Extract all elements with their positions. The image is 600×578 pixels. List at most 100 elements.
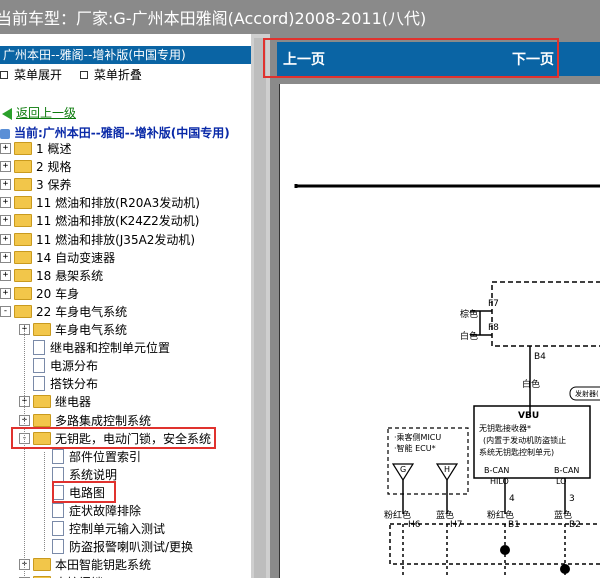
tree-item-label: 11 燃油和排放(K24Z2发动机) [36,214,200,229]
tree-item[interactable]: + 继电器 [19,393,91,411]
tree-item-label: 继电器和控制单元位置 [50,341,171,356]
highlight-security-folder [11,427,216,449]
folder-icon [14,250,32,264]
back-arrow-icon [2,107,12,120]
folder-icon [33,558,51,572]
folder-icon [14,232,32,246]
highlight-circuit-diagram [52,481,116,503]
folder-icon [33,413,51,427]
tree-item[interactable]: +3 保养 [0,176,71,194]
folder-icon [33,323,51,336]
tree-item-label: 部件位置索引 [69,449,142,464]
circuit-lines [294,184,600,578]
tree-item-label: 继电器 [55,395,92,410]
expand-icon[interactable]: + [0,179,11,191]
wire-color-label: 粉红色 [384,511,412,521]
folder-icon [14,286,32,300]
tree-item[interactable]: 控制单元输入测试 [38,520,165,538]
tree-item[interactable]: 症状故障排除 [38,502,141,520]
tree-item[interactable]: 部件位置索引 [38,448,141,466]
pin-label: B-CAN [484,466,510,475]
pin-label: B-CAN [554,466,580,475]
tree-item[interactable]: + 车身电气系统 [19,321,127,339]
tree-item-label: 11 燃油和排放(R20A3发动机) [36,196,200,211]
receiver-desc: (内置于发动机防盗锁止 [483,436,567,445]
expand-icon[interactable]: + [0,269,11,281]
terminal-g-label: G [400,465,407,474]
fuse-f8-label: F8 [488,323,499,333]
expand-icon[interactable]: + [0,215,11,227]
micu-label: ·智能 ECU* [394,444,436,453]
tree-item[interactable]: +中控门锁 [19,574,103,578]
tree-item[interactable]: +11 燃油和排放(K24Z2发动机) [0,212,199,230]
tree-item[interactable]: +11 燃油和排放(R20A3发动机) [0,194,200,212]
tree-item[interactable]: +14 自动变速器 [0,249,115,267]
document-icon [33,358,45,374]
tree-item[interactable]: +11 燃油和排放(J35A2发动机) [0,231,195,249]
expand-icon[interactable]: + [0,233,11,245]
folder-icon [14,160,32,174]
receiver-desc: 系统无钥匙控制单元) [479,448,555,457]
current-location: 当前:广州本田--雅阁--增补版(中国专用) [0,124,230,141]
micu-label: ·乘客侧MICU [394,433,442,442]
tree-item-label: 20 车身 [36,286,80,301]
pane-splitter[interactable] [251,34,270,578]
folder-icon [14,304,32,318]
sidebar: 广州本田--雅阁--增补版(中国专用) 菜单展开 菜单折叠 返回上一级 当前:广… [0,42,251,578]
tree-item[interactable]: - 22 车身电气系统 [0,303,127,321]
pin-number: 3 [569,494,575,504]
folder-icon [14,142,32,155]
fuse-f7-label: F7 [488,299,499,309]
tree-item-label: 车身电气系统 [55,323,128,337]
tree-item-label: 症状故障排除 [69,504,142,518]
expand-icon[interactable]: + [0,251,11,263]
tree-item-label: 14 自动变速器 [36,250,116,265]
document-icon [52,521,64,537]
folder-icon [14,196,32,210]
receiver-label: 无钥匙接收器* [479,424,531,433]
tree-item[interactable]: 电源分布 [19,357,98,375]
document-icon [52,448,64,464]
expand-all-button[interactable]: 菜单展开 [0,66,62,83]
tree-item[interactable]: +18 悬架系统 [0,267,103,285]
tree-item-label: 多路集成控制系统 [55,413,152,428]
tree-item-label: 11 燃油和排放(J35A2发动机) [36,232,196,247]
tree-item[interactable]: 搭铁分布 [19,375,98,393]
document-icon [52,539,64,555]
tree-item[interactable]: +2 规格 [0,158,71,176]
document-icon [52,503,64,518]
square-icon [79,70,88,79]
sidebar-actions: 菜单展开 菜单折叠 [0,66,156,83]
tree-guide-line [44,451,45,552]
folder-icon [14,214,32,228]
back-link[interactable]: 返回上一级 [0,104,76,121]
tree-item-label: 控制单元输入测试 [69,522,166,537]
book-icon [0,128,10,139]
tree-item-label: 本田智能钥匙系统 [55,558,152,573]
tree-item-label: 系统说明 [69,467,118,482]
connector-label: H6 [408,520,421,530]
expand-icon[interactable]: + [0,161,11,173]
tree-item[interactable]: 防盗报警喇叭测试/更换 [38,538,193,556]
highlight-nav [263,38,559,78]
connector-label: H7 [450,520,463,530]
tree-item-label: 18 悬架系统 [36,268,104,283]
pin-label: LO [556,477,567,486]
tree-item[interactable]: +1 概述 [0,140,71,158]
folder-icon [14,268,32,282]
collapse-all-button[interactable]: 菜单折叠 [79,66,142,83]
folder-icon [14,178,32,192]
tree-item-label: 防盗报警喇叭测试/更换 [69,540,194,555]
collapse-icon[interactable]: - [0,305,11,317]
tree-item[interactable]: 继电器和控制单元位置 [19,339,170,357]
expand-icon[interactable]: + [0,287,11,299]
title-bar: 当前车型：厂家:G-广州本田雅阁(Accord)2008-2011(八代) [0,0,600,34]
wire-color-label: 白色 [460,332,479,342]
expand-icon[interactable]: + [0,143,11,154]
connector-label: B2 [569,520,581,530]
expand-icon[interactable]: + [0,197,11,209]
tree-item[interactable]: + 本田智能钥匙系统 [19,556,151,574]
wire-color-label: 白色 [522,380,541,390]
tree-item-label: 2 规格 [36,160,72,175]
tree-item[interactable]: +20 车身 [0,285,79,303]
